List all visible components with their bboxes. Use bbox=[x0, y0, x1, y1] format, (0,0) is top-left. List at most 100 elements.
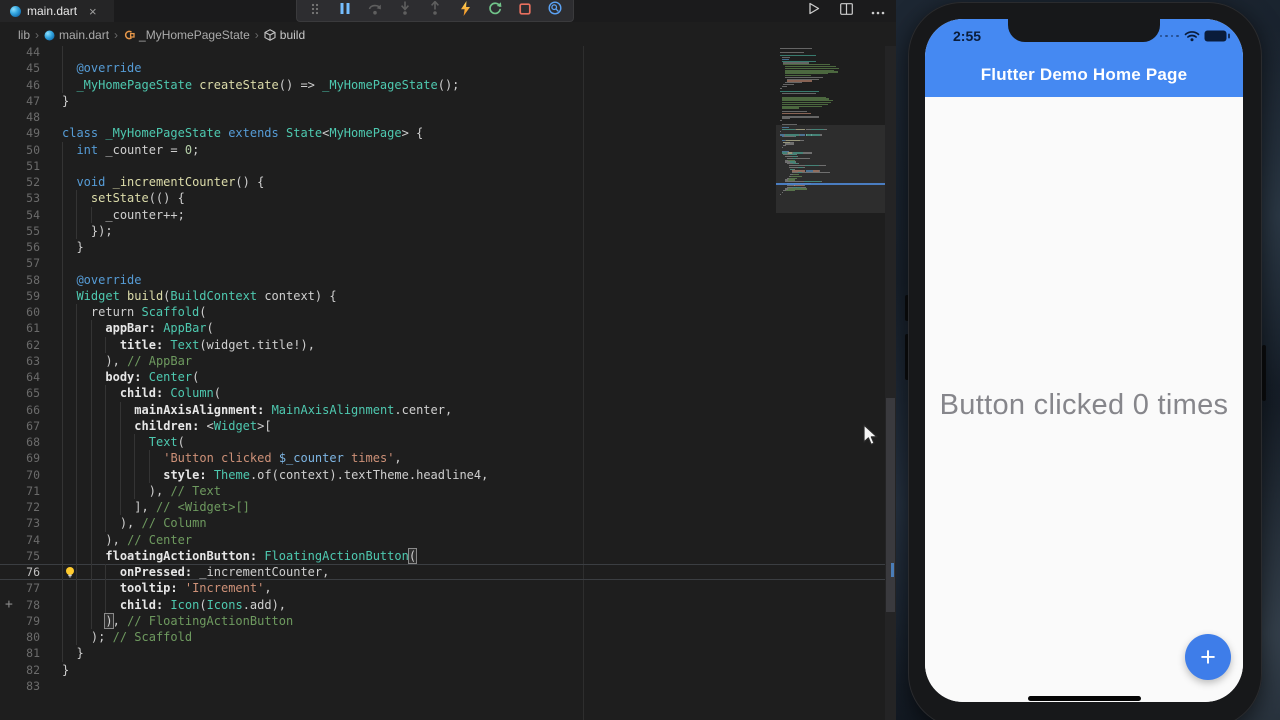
code-line-72[interactable]: 72], // <Widget>[] bbox=[0, 499, 885, 516]
code-line-57[interactable]: 57 bbox=[0, 255, 885, 272]
indent-guide bbox=[119, 499, 121, 516]
code-token: // <Widget>[] bbox=[155, 500, 250, 514]
code-line-62[interactable]: 62 title: Text(widget.title!), bbox=[0, 336, 885, 353]
line-number: 64 bbox=[26, 370, 40, 384]
code-token: } bbox=[76, 646, 84, 661]
code-line-67[interactable]: 67 children: <Widget>[ bbox=[0, 417, 885, 434]
code-line-54[interactable]: 54 _counter++; bbox=[0, 206, 885, 223]
indent-guide bbox=[119, 482, 121, 499]
code-line-51[interactable]: 51 bbox=[0, 157, 885, 174]
line-content: appBar: AppBar( bbox=[62, 320, 885, 337]
code-line-66[interactable]: 66 mainAxisAlignment: MainAxisAlignment.c… bbox=[0, 401, 885, 418]
widget-inspector-button[interactable] bbox=[543, 1, 567, 20]
code-line-64[interactable]: 64 body: Center( bbox=[0, 369, 885, 386]
minimap-line bbox=[781, 107, 799, 109]
split-editor-button[interactable] bbox=[834, 2, 858, 20]
code-line-82[interactable]: 82} bbox=[0, 662, 885, 678]
code-token: FloatingActionButton bbox=[264, 548, 409, 563]
fab-add-button[interactable]: + bbox=[1185, 634, 1231, 680]
indent-guide bbox=[105, 466, 107, 483]
plus-icon: + bbox=[1200, 642, 1216, 672]
breadcrumb-item-build[interactable]: build bbox=[264, 28, 305, 42]
indent-guide bbox=[105, 482, 107, 499]
code-line-63[interactable]: 63), // AppBar bbox=[0, 352, 885, 369]
drag-grip-button[interactable] bbox=[303, 2, 327, 20]
line-content: } bbox=[62, 662, 885, 678]
code-line-44[interactable]: 44 bbox=[0, 46, 885, 61]
indent-guide bbox=[62, 369, 63, 386]
line-content: } bbox=[62, 239, 885, 256]
code-line-81[interactable]: 81} bbox=[0, 645, 885, 662]
code-line-68[interactable]: 68 Text( bbox=[0, 434, 885, 451]
code-line-77[interactable]: 77 tooltip: 'Increment', bbox=[0, 580, 885, 597]
code-line-46[interactable]: 46 _MyHomePageState createState() => _MyH… bbox=[0, 76, 885, 93]
code-line-61[interactable]: 61 appBar: AppBar( bbox=[0, 320, 885, 337]
code-line-58[interactable]: 58 @override bbox=[0, 271, 885, 288]
scrollbar-thumb[interactable] bbox=[886, 398, 895, 612]
indent-guide bbox=[119, 417, 121, 434]
code-line-53[interactable]: 53 setState(() { bbox=[0, 190, 885, 207]
iphone-device-frame: 2:55 Flutter Demo Home Page Button click… bbox=[908, 2, 1262, 720]
code-line-80[interactable]: 80); // Scaffold bbox=[0, 629, 885, 646]
code-line-69[interactable]: 69 'Button clicked $_counter times', bbox=[0, 450, 885, 467]
code-line-52[interactable]: 52 void _incrementCounter() { bbox=[0, 174, 885, 191]
breadcrumb-item-main-dart[interactable]: main.dart bbox=[44, 28, 109, 42]
more-actions-button[interactable] bbox=[866, 2, 890, 20]
code-line-74[interactable]: 74), // Center bbox=[0, 531, 885, 548]
hot-reload-button[interactable] bbox=[453, 0, 477, 20]
code-line-70[interactable]: 70 style: Theme.of(context).textTheme.hea… bbox=[0, 466, 885, 483]
code-line-50[interactable]: 50 int _counter = 0; bbox=[0, 141, 885, 158]
restart-button[interactable] bbox=[483, 2, 507, 20]
indent-guide bbox=[105, 596, 107, 613]
editor-scrollbar[interactable] bbox=[885, 46, 896, 720]
code-editor[interactable]: 44 45 @override 46 _MyHomePageState createSt… bbox=[0, 46, 896, 720]
indent-guide bbox=[76, 612, 78, 629]
code-token: ( bbox=[192, 370, 200, 384]
code-line-55[interactable]: 55}); bbox=[0, 222, 885, 239]
tab-close-icon[interactable]: × bbox=[89, 5, 97, 18]
code-line-48[interactable]: 48 bbox=[0, 109, 885, 125]
indent-guide bbox=[90, 206, 92, 223]
code-line-60[interactable]: 60 return Scaffold( bbox=[0, 304, 885, 321]
tab-main-dart[interactable]: main.dart × bbox=[0, 0, 114, 22]
step-into-button[interactable] bbox=[393, 1, 417, 20]
minimap-viewport-slider[interactable] bbox=[776, 125, 885, 213]
code-token: ), bbox=[105, 353, 128, 368]
code-token: () { bbox=[235, 175, 265, 189]
code-line-47[interactable]: 47} bbox=[0, 93, 885, 109]
code-line-75[interactable]: 75 floatingActionButton: FloatingActionBu… bbox=[0, 547, 885, 564]
code-line-56[interactable]: 56} bbox=[0, 239, 885, 256]
code-line-83[interactable]: 83 bbox=[0, 678, 885, 694]
minimap[interactable] bbox=[776, 48, 885, 218]
code-line-65[interactable]: 65 child: Column( bbox=[0, 385, 885, 402]
home-indicator[interactable] bbox=[1028, 696, 1141, 701]
step-over-button[interactable] bbox=[363, 2, 387, 20]
code-line-45[interactable]: 45 @override bbox=[0, 60, 885, 77]
dart-file-icon bbox=[10, 5, 21, 17]
code-line-76[interactable]: 76 onPressed: _incrementCounter, bbox=[0, 564, 885, 581]
minimap-line bbox=[780, 120, 782, 122]
indent-guide bbox=[90, 401, 92, 418]
code-token: _MyHomePageState bbox=[76, 77, 193, 92]
stop-button[interactable] bbox=[513, 2, 537, 20]
code-line-59[interactable]: 59 Widget build(BuildContext context) { bbox=[0, 287, 885, 304]
code-line-79[interactable]: 79), // FloatingActionButton bbox=[0, 612, 885, 629]
line-content: ), // Column bbox=[62, 515, 885, 532]
code-line-73[interactable]: 73), // Column bbox=[0, 515, 885, 532]
gutter-plus-icon[interactable]: + bbox=[5, 597, 13, 613]
breadcrumb-item-lib[interactable]: lib bbox=[18, 28, 30, 42]
code-line-49[interactable]: 49 class _MyHomePageState extends State<M… bbox=[0, 125, 885, 141]
code-token: child: bbox=[119, 597, 164, 612]
indent-guide bbox=[76, 629, 78, 646]
step-out-button[interactable] bbox=[423, 0, 447, 20]
code-line-78[interactable]: 78 + child: Icon(Icons.add), bbox=[0, 596, 885, 613]
run-button[interactable] bbox=[802, 2, 826, 20]
indent-guide bbox=[62, 596, 63, 613]
line-content: Text( bbox=[62, 434, 885, 451]
pause-button[interactable] bbox=[333, 2, 357, 20]
code-token: times' bbox=[343, 451, 395, 466]
code-line-71[interactable]: 71), // Text bbox=[0, 482, 885, 499]
code-token: ], bbox=[134, 500, 156, 514]
indent-guide bbox=[62, 141, 63, 158]
breadcrumb-item--myhomepagestate[interactable]: _MyHomePageState bbox=[123, 28, 250, 42]
